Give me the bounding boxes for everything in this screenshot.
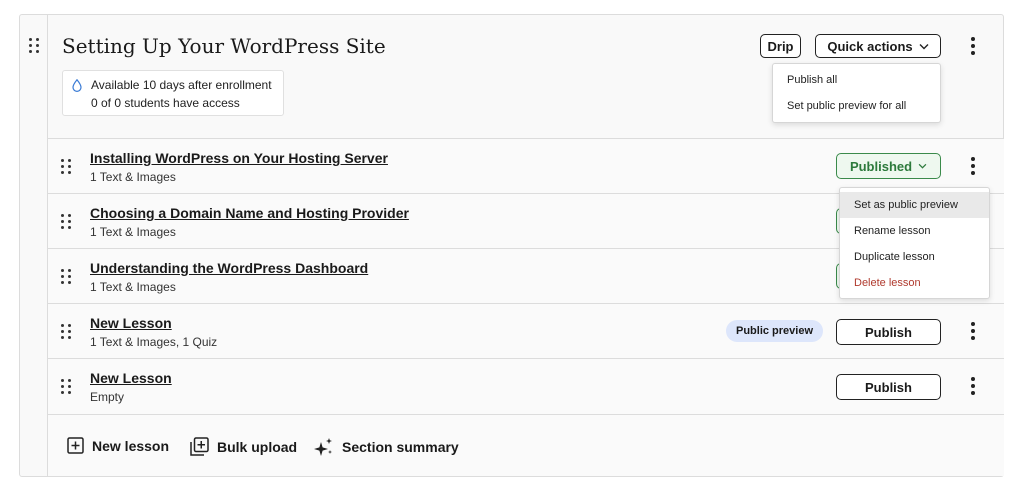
menu-item-rename-lesson[interactable]: Rename lesson — [840, 218, 989, 244]
chevron-down-icon — [919, 43, 929, 49]
lesson-title-link[interactable]: New Lesson — [90, 315, 172, 331]
section-summary-label: Section summary — [342, 439, 459, 455]
quick-actions-button[interactable]: Quick actions — [815, 34, 941, 58]
lesson-drag-handle-icon[interactable] — [61, 324, 72, 340]
lesson-title-link[interactable]: Understanding the WordPress Dashboard — [90, 260, 368, 276]
drip-access-text: 0 of 0 students have access — [91, 96, 240, 110]
lesson-drag-handle-icon[interactable] — [61, 379, 72, 395]
lesson-subtitle: 1 Text & Images — [90, 280, 176, 294]
lesson-drag-handle-icon[interactable] — [61, 214, 72, 230]
menu-item-duplicate-lesson[interactable]: Duplicate lesson — [840, 244, 989, 270]
menu-item-delete-lesson[interactable]: Delete lesson — [840, 270, 989, 296]
sparkle-icon — [314, 438, 332, 456]
quick-actions-label: Quick actions — [827, 38, 913, 54]
publish-button[interactable]: Publish — [836, 374, 941, 400]
chevron-down-icon — [918, 163, 927, 169]
bulk-upload-icon — [190, 437, 209, 456]
published-label: Published — [849, 158, 913, 174]
lesson-options-menu: Set as public preview Rename lesson Dupl… — [839, 187, 990, 299]
lesson-drag-handle-icon[interactable] — [61, 269, 72, 285]
menu-item-set-public-preview-all[interactable]: Set public preview for all — [773, 93, 940, 119]
section-title[interactable]: Setting Up Your WordPress Site — [62, 34, 386, 58]
lesson-title-link[interactable]: Choosing a Domain Name and Hosting Provi… — [90, 205, 409, 221]
lesson-subtitle: Empty — [90, 390, 125, 404]
menu-item-publish-all[interactable]: Publish all — [773, 67, 940, 93]
drip-info-card: Available 10 days after enrollment 0 of … — [62, 70, 284, 116]
lesson-more-options-icon[interactable] — [966, 376, 980, 396]
lesson-drag-handle-icon[interactable] — [61, 159, 72, 175]
bulk-upload-label: Bulk upload — [217, 438, 298, 455]
lesson-subtitle: 1 Text & Images, 1 Quiz — [90, 335, 218, 349]
lesson-more-options-icon[interactable] — [966, 156, 980, 176]
public-preview-badge: Public preview — [726, 320, 824, 342]
quick-actions-menu: Publish all Set public preview for all — [772, 63, 941, 123]
lesson-more-options-icon[interactable] — [966, 321, 980, 341]
menu-item-set-public-preview[interactable]: Set as public preview — [840, 192, 989, 218]
section-summary-button[interactable]: Section summary — [314, 437, 459, 457]
section-more-options-icon[interactable] — [966, 36, 980, 56]
lesson-subtitle: 1 Text & Images — [90, 225, 176, 239]
plus-square-icon — [67, 437, 84, 454]
drip-button[interactable]: Drip — [760, 34, 801, 58]
drip-availability-text: Available 10 days after enrollment — [91, 78, 272, 92]
new-lesson-label: New lesson — [92, 437, 170, 454]
new-lesson-button[interactable]: New lesson — [67, 437, 169, 454]
bulk-upload-button[interactable]: Bulk upload — [190, 437, 297, 456]
published-status-button[interactable]: Published — [836, 153, 941, 179]
lesson-title-link[interactable]: New Lesson — [90, 370, 172, 386]
droplet-icon — [72, 79, 82, 92]
publish-button[interactable]: Publish — [836, 319, 941, 345]
lesson-subtitle: 1 Text & Images — [90, 170, 176, 184]
lesson-title-link[interactable]: Installing WordPress on Your Hosting Ser… — [90, 150, 388, 166]
section-drag-handle-icon[interactable] — [29, 38, 40, 54]
